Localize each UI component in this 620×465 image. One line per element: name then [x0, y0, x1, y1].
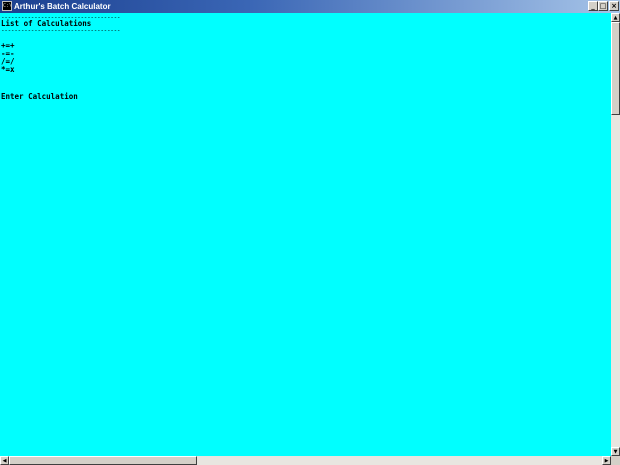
maximize-button[interactable]: □	[598, 1, 608, 11]
scroll-up-arrow-icon[interactable]: ▲	[611, 13, 620, 22]
scroll-left-arrow-icon[interactable]: ◀	[0, 456, 9, 465]
horizontal-scroll-thumb[interactable]	[9, 456, 197, 465]
horizontal-scrollbar[interactable]: ◀ ▶	[0, 456, 611, 465]
operation-multiply: *=x	[1, 65, 15, 74]
close-button[interactable]: ×	[609, 1, 619, 11]
console-output-area[interactable]: ------------------------------------ Lis…	[0, 13, 611, 456]
console-window: C:\ Arthur's Batch Calculator _ □ × ----…	[0, 0, 620, 465]
minimize-button[interactable]: _	[588, 1, 598, 11]
scroll-right-arrow-icon[interactable]: ▶	[602, 456, 611, 465]
scroll-down-arrow-icon[interactable]: ▼	[611, 447, 620, 456]
vertical-scroll-thumb[interactable]	[611, 22, 620, 115]
title-bar[interactable]: C:\ Arthur's Batch Calculator _ □ ×	[0, 0, 620, 13]
window-title: Arthur's Batch Calculator	[14, 2, 111, 11]
input-prompt: Enter Calculation	[1, 92, 78, 101]
vertical-scrollbar[interactable]: ▲ ▼	[611, 13, 620, 456]
scrollbar-corner	[611, 456, 620, 465]
console-app-icon[interactable]: C:\	[2, 1, 12, 11]
separator-line-bottom: ------------------------------------	[1, 27, 121, 34]
